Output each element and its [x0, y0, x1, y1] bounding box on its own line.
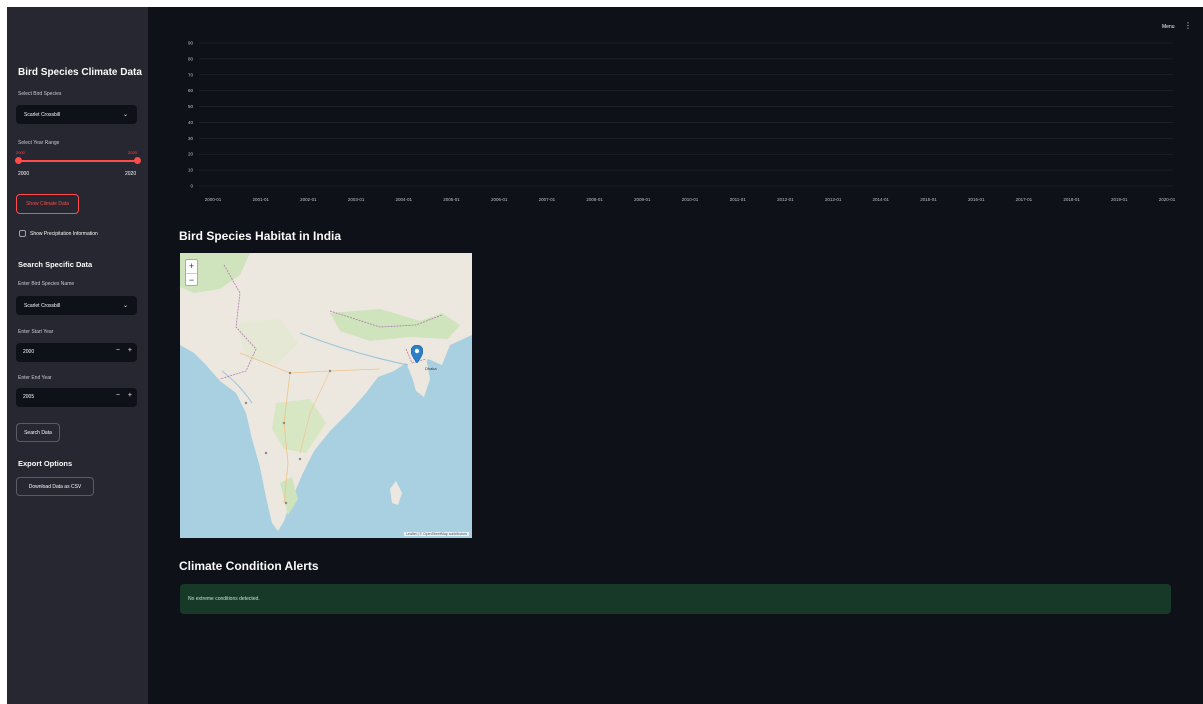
- minus-icon[interactable]: −: [116, 392, 120, 399]
- start-year-value: 2000: [23, 349, 35, 355]
- chart-x-tick-label: 2006-01: [491, 197, 508, 202]
- end-year-value: 2005: [23, 394, 35, 400]
- chart-x-tick-label: 2010-01: [682, 197, 699, 202]
- chart-x-tick-label: 2001-01: [252, 197, 269, 202]
- map-attribution[interactable]: Leaflet | © OpenStreetMap contributors: [404, 532, 469, 536]
- chart-y-tick-label: 70: [188, 72, 194, 77]
- chart-x-tick-label: 2016-01: [968, 197, 985, 202]
- precipitation-checkbox[interactable]: [19, 230, 26, 237]
- chart-y-tick-label: 60: [188, 88, 194, 93]
- year-range-min-value: 2000: [18, 171, 30, 177]
- precipitation-checkbox-label: Show Precipitation Information: [30, 231, 98, 237]
- plus-icon[interactable]: +: [128, 347, 132, 354]
- chart-y-tick-label: 0: [190, 184, 193, 189]
- show-climate-data-button[interactable]: Show Climate Data: [16, 194, 79, 214]
- chart-y-tick-label: 10: [188, 168, 194, 173]
- export-heading: Export Options: [18, 459, 73, 468]
- chart-x-tick-label: 2002-01: [300, 197, 317, 202]
- search-species-label: Enter Bird Species Name: [18, 281, 75, 287]
- chevron-down-icon: ⌄: [122, 303, 128, 309]
- app-frame: Bird Species Climate Data Select Bird Sp…: [7, 7, 1203, 704]
- chart-y-tick-label: 50: [188, 104, 194, 109]
- select-species-label: Select Bird Species: [18, 91, 62, 97]
- search-data-button[interactable]: Search Data: [16, 423, 60, 442]
- vertical-dots-icon[interactable]: ⋮: [1184, 21, 1192, 30]
- year-range-max-handle[interactable]: [134, 157, 141, 164]
- sidebar: Bird Species Climate Data Select Bird Sp…: [7, 7, 148, 704]
- map-city-label: Dhaka: [425, 366, 437, 371]
- chart-x-tick-label: 2019-01: [1111, 197, 1128, 202]
- chart-y-tick-label: 40: [188, 120, 194, 125]
- search-species-value: Scarlet Crossbill: [24, 303, 61, 309]
- success-alert: No extreme conditions detected.: [180, 584, 1171, 614]
- chart-x-tick-label: 2007-01: [539, 197, 556, 202]
- alert-message: No extreme conditions detected.: [188, 596, 260, 602]
- chart-x-tick-label: 2018-01: [1063, 197, 1080, 202]
- start-year-input[interactable]: 2000 − +: [16, 343, 137, 362]
- india-map-tiles: [180, 253, 472, 538]
- chart-x-tick-label: 2011-01: [730, 197, 747, 202]
- chart-x-tick-label: 2014-01: [873, 197, 890, 202]
- chart-x-tick-label: 2005-01: [443, 197, 460, 202]
- year-range-label: Select Year Range: [18, 140, 60, 146]
- map-pin-icon[interactable]: [411, 345, 423, 363]
- zoom-in-button[interactable]: +: [186, 260, 197, 273]
- end-year-label: Enter End Year: [18, 375, 52, 381]
- search-species-select[interactable]: Scarlet Crossbill ⌄: [16, 296, 137, 315]
- chart-y-tick-label: 80: [188, 56, 194, 61]
- chart-x-tick-label: 2003-01: [348, 197, 365, 202]
- chart-x-tick-label: 2012-01: [777, 197, 794, 202]
- year-range-min-handle[interactable]: [15, 157, 22, 164]
- chart-grid: [199, 42, 1173, 187]
- chart-y-tick-label: 30: [188, 136, 194, 141]
- year-range-min-caption: 2000: [16, 150, 25, 155]
- end-year-input[interactable]: 2005 − +: [16, 388, 137, 407]
- start-year-label: Enter Start Year: [18, 329, 54, 335]
- alerts-title: Climate Condition Alerts: [179, 559, 319, 573]
- chart-x-tick-label: 2004-01: [396, 197, 413, 202]
- download-csv-button[interactable]: Download Data as CSV: [16, 477, 94, 496]
- climate-chart: 0 10 20 30 40 50 60 70 80 90 2000-01 2001-01 2002-0…: [188, 41, 1176, 203]
- year-range-slider-track[interactable]: [18, 160, 137, 162]
- habitat-map[interactable]: Dhaka + − Leaflet | © OpenStreetMap cont…: [180, 253, 472, 538]
- chart-x-tick-label: 2020-01: [1159, 197, 1176, 202]
- menu-label[interactable]: Menu: [1162, 24, 1175, 30]
- zoom-out-button[interactable]: −: [186, 273, 197, 286]
- chart-x-tick-label: 2017-01: [1016, 197, 1033, 202]
- chart-x-tick-label: 2015-01: [920, 197, 937, 202]
- minus-icon[interactable]: −: [116, 347, 120, 354]
- chart-x-ticks: 2000-01 2001-01 2002-01 2003-01 2004-01 2005-…: [205, 197, 1176, 202]
- chart-y-tick-label: 90: [188, 41, 194, 46]
- year-range-max-value: 2020: [125, 171, 137, 177]
- species-select[interactable]: Scarlet Crossbill ⌄: [16, 105, 137, 124]
- map-zoom-control: + −: [185, 259, 198, 286]
- year-range-max-caption: 2020: [128, 150, 137, 155]
- habitat-title: Bird Species Habitat in India: [179, 229, 342, 243]
- chart-y-ticks: 0 10 20 30 40 50 60 70 80 90: [188, 41, 194, 189]
- chart-x-tick-label: 2000-01: [205, 197, 222, 202]
- sidebar-title: Bird Species Climate Data: [18, 67, 142, 78]
- chevron-down-icon: ⌄: [122, 112, 128, 118]
- species-select-value: Scarlet Crossbill: [24, 112, 61, 118]
- chart-x-tick-label: 2008-01: [586, 197, 603, 202]
- chart-y-tick-label: 20: [188, 152, 194, 157]
- search-heading: Search Specific Data: [18, 260, 93, 269]
- chart-x-tick-label: 2013-01: [825, 197, 842, 202]
- chart-x-tick-label: 2009-01: [634, 197, 651, 202]
- plus-icon[interactable]: +: [128, 392, 132, 399]
